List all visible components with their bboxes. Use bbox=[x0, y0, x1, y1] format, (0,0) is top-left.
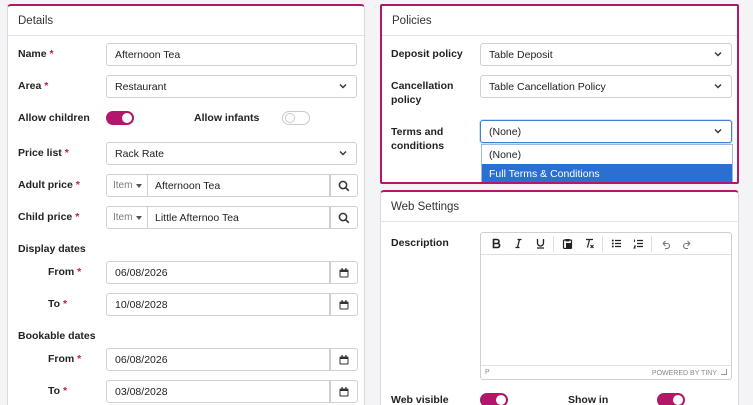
display-to-input[interactable]: 10/08/2028 bbox=[106, 293, 330, 316]
italic-icon bbox=[513, 238, 524, 249]
search-icon bbox=[338, 212, 350, 224]
option-none[interactable]: (None) bbox=[482, 145, 732, 164]
web-visible-label: Web visible bbox=[391, 394, 449, 405]
clear-format-button[interactable] bbox=[578, 234, 600, 254]
description-label: Description bbox=[391, 237, 449, 249]
bookable-from-label: From * bbox=[48, 353, 82, 365]
bookable-to-input[interactable]: 03/08/2028 bbox=[106, 380, 330, 403]
display-from-calendar-button[interactable] bbox=[330, 261, 358, 284]
show-in-toggle[interactable] bbox=[657, 393, 685, 405]
bold-button[interactable] bbox=[485, 234, 507, 254]
cancellation-policy-select[interactable]: Table Cancellation Policy bbox=[480, 75, 732, 98]
allow-infants-label: Allow infants bbox=[194, 112, 260, 124]
web-settings-header: Web Settings bbox=[381, 192, 738, 222]
display-from-input[interactable]: 06/08/2026 bbox=[106, 261, 330, 284]
calendar-icon bbox=[338, 299, 350, 311]
bold-icon bbox=[491, 238, 502, 249]
bookable-dates-label: Bookable dates bbox=[18, 330, 96, 342]
bookable-from-input[interactable]: 06/08/2026 bbox=[106, 348, 330, 371]
redo-icon bbox=[682, 238, 693, 249]
chevron-down-icon bbox=[713, 81, 723, 91]
italic-button[interactable] bbox=[507, 234, 529, 254]
adult-price-label: Adult price * bbox=[18, 179, 80, 191]
deposit-policy-label: Deposit policy bbox=[391, 48, 463, 60]
undo-button[interactable] bbox=[654, 234, 676, 254]
numbered-list-icon bbox=[632, 238, 644, 249]
price-list-label: Price list * bbox=[18, 147, 69, 159]
description-editor: P POWERED BY TINY bbox=[480, 232, 732, 380]
cancellation-policy-label: Cancellation policy bbox=[391, 80, 454, 106]
resize-handle-icon[interactable] bbox=[721, 368, 727, 375]
undo-icon bbox=[660, 238, 671, 249]
area-label: Area * bbox=[18, 80, 49, 92]
underline-button[interactable] bbox=[529, 234, 551, 254]
child-item-input[interactable]: Little Afternoo Tea bbox=[148, 206, 330, 229]
display-dates-label: Display dates bbox=[18, 243, 86, 255]
caret-down-icon bbox=[136, 215, 143, 220]
name-label: Name * bbox=[18, 48, 54, 60]
area-select[interactable]: Restaurant bbox=[106, 75, 357, 98]
adult-item-input[interactable]: Afternoon Tea bbox=[148, 174, 330, 197]
bookable-to-label: To * bbox=[48, 385, 68, 397]
show-in-label: Show in bbox=[568, 394, 609, 405]
display-to-label: To * bbox=[48, 298, 68, 310]
allow-infants-toggle[interactable] bbox=[282, 111, 310, 125]
details-title: Details bbox=[18, 14, 54, 27]
editor-statusbar: P POWERED BY TINY bbox=[481, 365, 731, 379]
deposit-policy-select[interactable]: Table Deposit bbox=[480, 43, 732, 66]
clipboard-icon bbox=[562, 238, 573, 249]
chevron-down-icon bbox=[338, 148, 348, 158]
bullet-list-icon bbox=[611, 238, 622, 249]
redo-button[interactable] bbox=[676, 234, 698, 254]
policies-header: Policies bbox=[382, 6, 737, 36]
clear-format-icon bbox=[584, 238, 595, 249]
calendar-icon bbox=[338, 386, 350, 398]
price-list-select[interactable]: Rack Rate bbox=[106, 142, 357, 165]
allow-children-label: Allow children bbox=[18, 112, 90, 124]
calendar-icon bbox=[338, 267, 350, 279]
editor-toolbar bbox=[481, 233, 731, 255]
editor-element-path: P bbox=[485, 369, 490, 376]
display-to-calendar-button[interactable] bbox=[330, 293, 358, 316]
policies-title: Policies bbox=[392, 14, 432, 27]
chevron-down-icon bbox=[338, 81, 348, 91]
underline-icon bbox=[535, 238, 546, 249]
allow-children-toggle[interactable] bbox=[106, 111, 134, 125]
bookable-to-calendar-button[interactable] bbox=[330, 380, 358, 403]
editor-content-area[interactable] bbox=[481, 255, 731, 365]
child-item-type-select[interactable]: Item bbox=[106, 206, 148, 229]
policies-panel: Policies Deposit policy Table Deposit Ca… bbox=[380, 4, 739, 184]
name-input[interactable]: Afternoon Tea bbox=[106, 43, 357, 66]
paste-button[interactable] bbox=[556, 234, 578, 254]
child-price-label: Child price * bbox=[18, 211, 80, 223]
web-settings-panel: Web Settings Description P POWERED BY TI… bbox=[380, 190, 739, 405]
bullet-list-button[interactable] bbox=[605, 234, 627, 254]
adult-item-type-select[interactable]: Item bbox=[106, 174, 148, 197]
web-visible-toggle[interactable] bbox=[480, 393, 508, 405]
web-settings-title: Web Settings bbox=[391, 200, 460, 213]
caret-down-icon bbox=[136, 183, 143, 188]
calendar-icon bbox=[338, 354, 350, 366]
search-icon bbox=[338, 180, 350, 192]
terms-conditions-dropdown: (None) Full Terms & Conditions bbox=[481, 144, 733, 182]
details-panel: Details Name * Afternoon Tea Area * Rest… bbox=[7, 4, 365, 405]
editor-branding: POWERED BY TINY bbox=[651, 369, 717, 377]
chevron-down-icon bbox=[713, 49, 723, 59]
numbered-list-button[interactable] bbox=[627, 234, 649, 254]
display-from-label: From * bbox=[48, 266, 82, 278]
terms-conditions-label: Terms and conditions bbox=[391, 126, 445, 152]
option-full-terms[interactable]: Full Terms & Conditions bbox=[482, 164, 732, 182]
bookable-from-calendar-button[interactable] bbox=[330, 348, 358, 371]
adult-search-button[interactable] bbox=[330, 174, 358, 197]
terms-conditions-select[interactable]: (None) bbox=[480, 120, 732, 143]
chevron-down-icon bbox=[713, 126, 723, 136]
details-header: Details bbox=[8, 6, 364, 36]
child-search-button[interactable] bbox=[330, 206, 358, 229]
